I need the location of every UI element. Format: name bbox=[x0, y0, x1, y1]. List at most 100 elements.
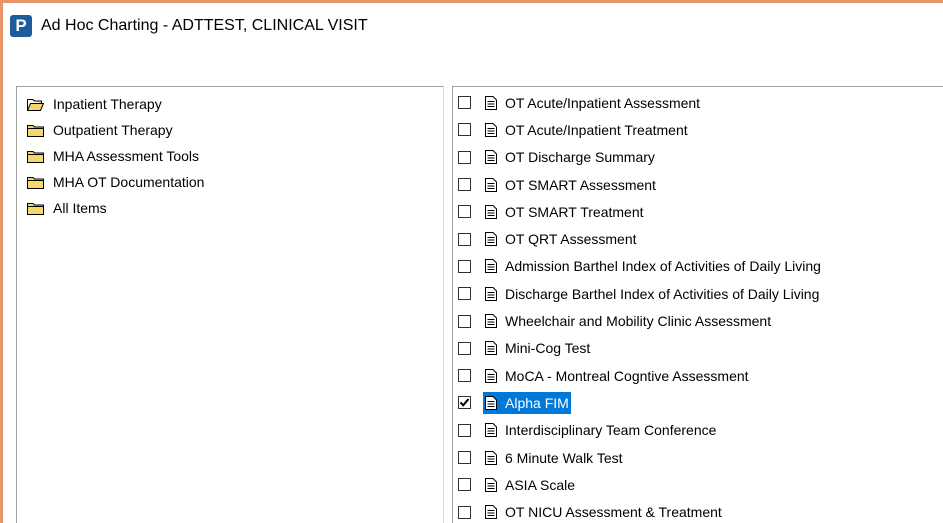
document-checkbox[interactable] bbox=[458, 341, 471, 355]
document-item[interactable]: Admission Barthel Index of Activities of… bbox=[453, 253, 943, 280]
document-icon bbox=[485, 122, 497, 137]
document-checkbox[interactable] bbox=[458, 123, 471, 137]
document-label: Wheelchair and Mobility Clinic Assessmen… bbox=[505, 313, 772, 330]
folder-icon bbox=[27, 176, 44, 189]
document-entry[interactable]: OT SMART Assessment bbox=[483, 174, 658, 196]
document-entry[interactable]: ASIA Scale bbox=[483, 474, 577, 496]
document-checkbox[interactable] bbox=[458, 423, 471, 437]
document-entry[interactable]: Mini-Cog Test bbox=[483, 337, 592, 359]
document-entry[interactable]: OT Discharge Summary bbox=[483, 146, 657, 168]
document-label: Admission Barthel Index of Activities of… bbox=[505, 258, 821, 275]
folder-list: Inpatient Therapy Outpatient Therapy MHA A… bbox=[17, 87, 443, 221]
app-logo-icon: P bbox=[10, 15, 32, 37]
window-title: Ad Hoc Charting - ADTTEST, CLINICAL VISI… bbox=[41, 17, 368, 34]
document-icon bbox=[485, 150, 497, 165]
folder-item[interactable]: MHA OT Documentation bbox=[17, 169, 443, 195]
document-checkbox[interactable] bbox=[458, 478, 471, 492]
document-entry[interactable]: Wheelchair and Mobility Clinic Assessmen… bbox=[483, 310, 773, 332]
document-label: OT QRT Assessment bbox=[505, 231, 637, 248]
document-checkbox[interactable] bbox=[458, 287, 471, 301]
document-item[interactable]: Mini-Cog Test bbox=[453, 335, 943, 362]
document-icon bbox=[485, 286, 497, 301]
document-icon bbox=[485, 395, 497, 410]
folder-icon bbox=[27, 150, 44, 163]
document-item[interactable]: Interdisciplinary Team Conference bbox=[453, 417, 943, 444]
document-icon bbox=[485, 177, 497, 192]
document-checkbox[interactable] bbox=[458, 259, 471, 273]
document-checkbox[interactable] bbox=[458, 451, 471, 464]
document-icon bbox=[485, 95, 497, 110]
folder-item[interactable]: MHA Assessment Tools bbox=[17, 143, 443, 169]
document-entry[interactable]: MoCA - Montreal Cogntive Assessment bbox=[483, 365, 751, 387]
document-checkbox[interactable] bbox=[458, 232, 471, 246]
document-entry[interactable]: OT NICU Assessment & Treatment bbox=[483, 501, 724, 523]
document-icon bbox=[485, 341, 497, 356]
folder-item[interactable]: Inpatient Therapy bbox=[17, 91, 443, 117]
document-entry[interactable]: Alpha FIM bbox=[483, 391, 571, 414]
document-icon bbox=[485, 450, 497, 465]
folder-label: Outpatient Therapy bbox=[53, 122, 173, 138]
document-entry[interactable]: Interdisciplinary Team Conference bbox=[483, 419, 718, 441]
document-icon bbox=[485, 232, 497, 247]
document-item[interactable]: Alpha FIM bbox=[453, 389, 943, 416]
document-label: OT Acute/Inpatient Assessment bbox=[505, 94, 701, 111]
document-item[interactable]: OT Discharge Summary bbox=[453, 144, 943, 171]
document-item[interactable]: ASIA Scale bbox=[453, 471, 943, 498]
folder-item[interactable]: All Items bbox=[17, 195, 443, 221]
document-checkbox[interactable] bbox=[458, 96, 471, 110]
document-item[interactable]: OT Acute/Inpatient Assessment bbox=[453, 89, 943, 116]
document-item[interactable]: OT Acute/Inpatient Treatment bbox=[453, 116, 943, 143]
document-label: Mini-Cog Test bbox=[505, 340, 591, 357]
document-entry[interactable]: OT Acute/Inpatient Treatment bbox=[483, 119, 690, 141]
document-item[interactable]: Wheelchair and Mobility Clinic Assessmen… bbox=[453, 307, 943, 334]
document-icon bbox=[485, 477, 497, 492]
document-label: OT Acute/Inpatient Treatment bbox=[505, 121, 688, 138]
document-entry[interactable]: 6 Minute Walk Test bbox=[483, 447, 625, 469]
document-icon bbox=[485, 368, 497, 383]
folder-icon bbox=[27, 124, 44, 137]
document-label: Interdisciplinary Team Conference bbox=[505, 422, 717, 439]
document-icon bbox=[485, 505, 497, 520]
document-label: OT SMART Treatment bbox=[505, 203, 644, 220]
document-checkbox[interactable] bbox=[458, 178, 471, 192]
document-label: MoCA - Montreal Cogntive Assessment bbox=[505, 367, 749, 384]
folder-label: MHA Assessment Tools bbox=[53, 148, 200, 164]
document-icon bbox=[485, 259, 497, 274]
document-entry[interactable]: OT Acute/Inpatient Assessment bbox=[483, 92, 702, 114]
document-checkbox[interactable] bbox=[458, 150, 471, 164]
document-entry[interactable]: Admission Barthel Index of Activities of… bbox=[483, 255, 823, 277]
document-checkbox[interactable] bbox=[458, 505, 471, 519]
document-label: Discharge Barthel Index of Activities of… bbox=[505, 285, 820, 302]
document-checkbox[interactable] bbox=[458, 369, 471, 383]
document-icon bbox=[485, 423, 497, 438]
document-item[interactable]: OT NICU Assessment & Treatment bbox=[453, 498, 943, 523]
document-label: ASIA Scale bbox=[505, 476, 576, 493]
document-item[interactable]: 6 Minute Walk Test bbox=[453, 444, 943, 471]
document-item[interactable]: MoCA - Montreal Cogntive Assessment bbox=[453, 362, 943, 389]
document-checkbox[interactable] bbox=[458, 205, 471, 219]
document-icon bbox=[485, 314, 497, 329]
document-item[interactable]: OT SMART Assessment bbox=[453, 171, 943, 198]
document-item[interactable]: Discharge Barthel Index of Activities of… bbox=[453, 280, 943, 307]
folder-icon bbox=[27, 202, 44, 215]
document-checkbox[interactable] bbox=[458, 314, 471, 328]
document-label: Alpha FIM bbox=[503, 393, 571, 412]
document-checkbox[interactable] bbox=[458, 396, 471, 410]
folder-item[interactable]: Outpatient Therapy bbox=[17, 117, 443, 143]
document-entry[interactable]: OT SMART Treatment bbox=[483, 201, 646, 223]
document-item[interactable]: OT SMART Treatment bbox=[453, 198, 943, 225]
folder-label: Inpatient Therapy bbox=[53, 96, 162, 112]
document-list-pane: OT Acute/Inpatient Assessment OT Acute/In… bbox=[452, 86, 943, 523]
folder-label: All Items bbox=[53, 200, 107, 216]
document-entry[interactable]: OT QRT Assessment bbox=[483, 228, 639, 250]
document-item[interactable]: OT QRT Assessment bbox=[453, 225, 943, 252]
document-label: 6 Minute Walk Test bbox=[505, 449, 623, 466]
folder-tree-pane: Inpatient Therapy Outpatient Therapy MHA A… bbox=[16, 86, 444, 523]
document-label: OT Discharge Summary bbox=[505, 149, 655, 166]
document-label: OT NICU Assessment & Treatment bbox=[505, 504, 722, 521]
folder-open-icon bbox=[27, 98, 44, 111]
document-list: OT Acute/Inpatient Assessment OT Acute/In… bbox=[453, 87, 943, 523]
document-entry[interactable]: Discharge Barthel Index of Activities of… bbox=[483, 283, 821, 305]
document-icon bbox=[485, 204, 497, 219]
title-bar: P Ad Hoc Charting - ADTTEST, CLINICAL VI… bbox=[6, 5, 943, 47]
